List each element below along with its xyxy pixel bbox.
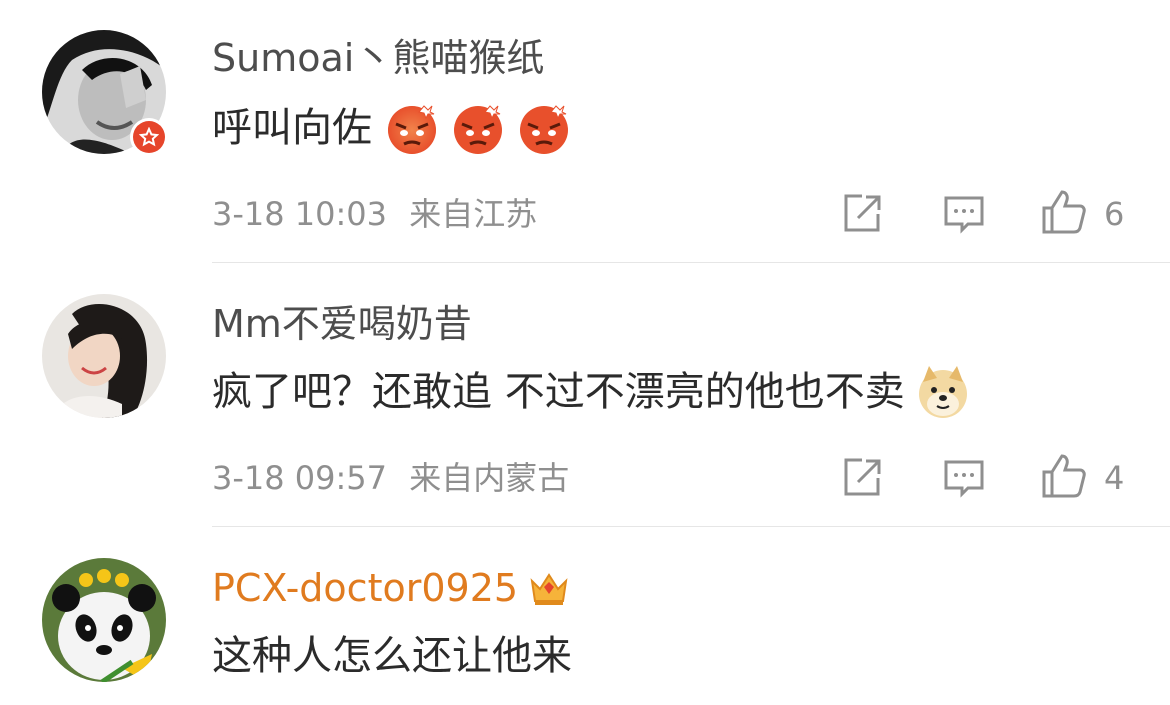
username[interactable]: Mm不爱喝奶昔 [212,302,472,346]
comment-location: 来自内蒙古 [409,459,570,497]
like-count: 6 [1104,195,1125,233]
like-count: 4 [1104,459,1125,497]
comment-icon[interactable] [942,192,986,236]
comment-time: 3-18 09:57 [212,459,388,497]
avatar[interactable] [42,558,166,682]
like-icon[interactable] [1040,452,1088,500]
share-icon[interactable] [840,456,884,500]
comment-item: PCX-doctor0925 这种人怎么还让他来 [0,528,1170,705]
comment-item: Sumoai丶熊喵猴纸 呼叫向佐 3-18 10:03 来自江苏 6 [0,0,1170,264]
comment-body: 呼叫向佐 [212,105,372,151]
comment-text: 呼叫向佐 [212,100,572,156]
divider [212,526,1170,527]
comment-body: 疯了吧？还敢追 不过不漂亮的他也不卖 [212,369,905,415]
angry-face-emoji [520,105,568,154]
username[interactable]: PCX-doctor0925 [212,566,570,610]
crown-icon [530,573,568,605]
divider [212,262,1170,263]
verified-badge-icon [130,118,168,156]
comment-item: Mm不爱喝奶昔 疯了吧？还敢追 不过不漂亮的他也不卖 3-18 09:57 来自… [0,264,1170,528]
angry-face-emoji [454,105,502,154]
comment-text: 疯了吧？还敢追 不过不漂亮的他也不卖 [212,364,971,420]
like-icon[interactable] [1040,188,1088,236]
comment-location: 来自江苏 [409,195,538,233]
angry-face-emoji [388,105,436,154]
share-icon[interactable] [840,192,884,236]
username-text: PCX-doctor0925 [212,566,519,610]
comment-meta: 3-18 10:03 来自江苏 [212,194,537,234]
comment-meta: 3-18 09:57 来自内蒙古 [212,458,569,498]
comment-icon[interactable] [942,456,986,500]
doge-emoji [918,366,967,418]
comment-body: 这种人怎么还让他来 [212,633,572,679]
comment-text: 这种人怎么还让他来 [212,632,572,680]
username[interactable]: Sumoai丶熊喵猴纸 [212,36,544,80]
avatar[interactable] [42,294,166,418]
comment-time: 3-18 10:03 [212,195,388,233]
